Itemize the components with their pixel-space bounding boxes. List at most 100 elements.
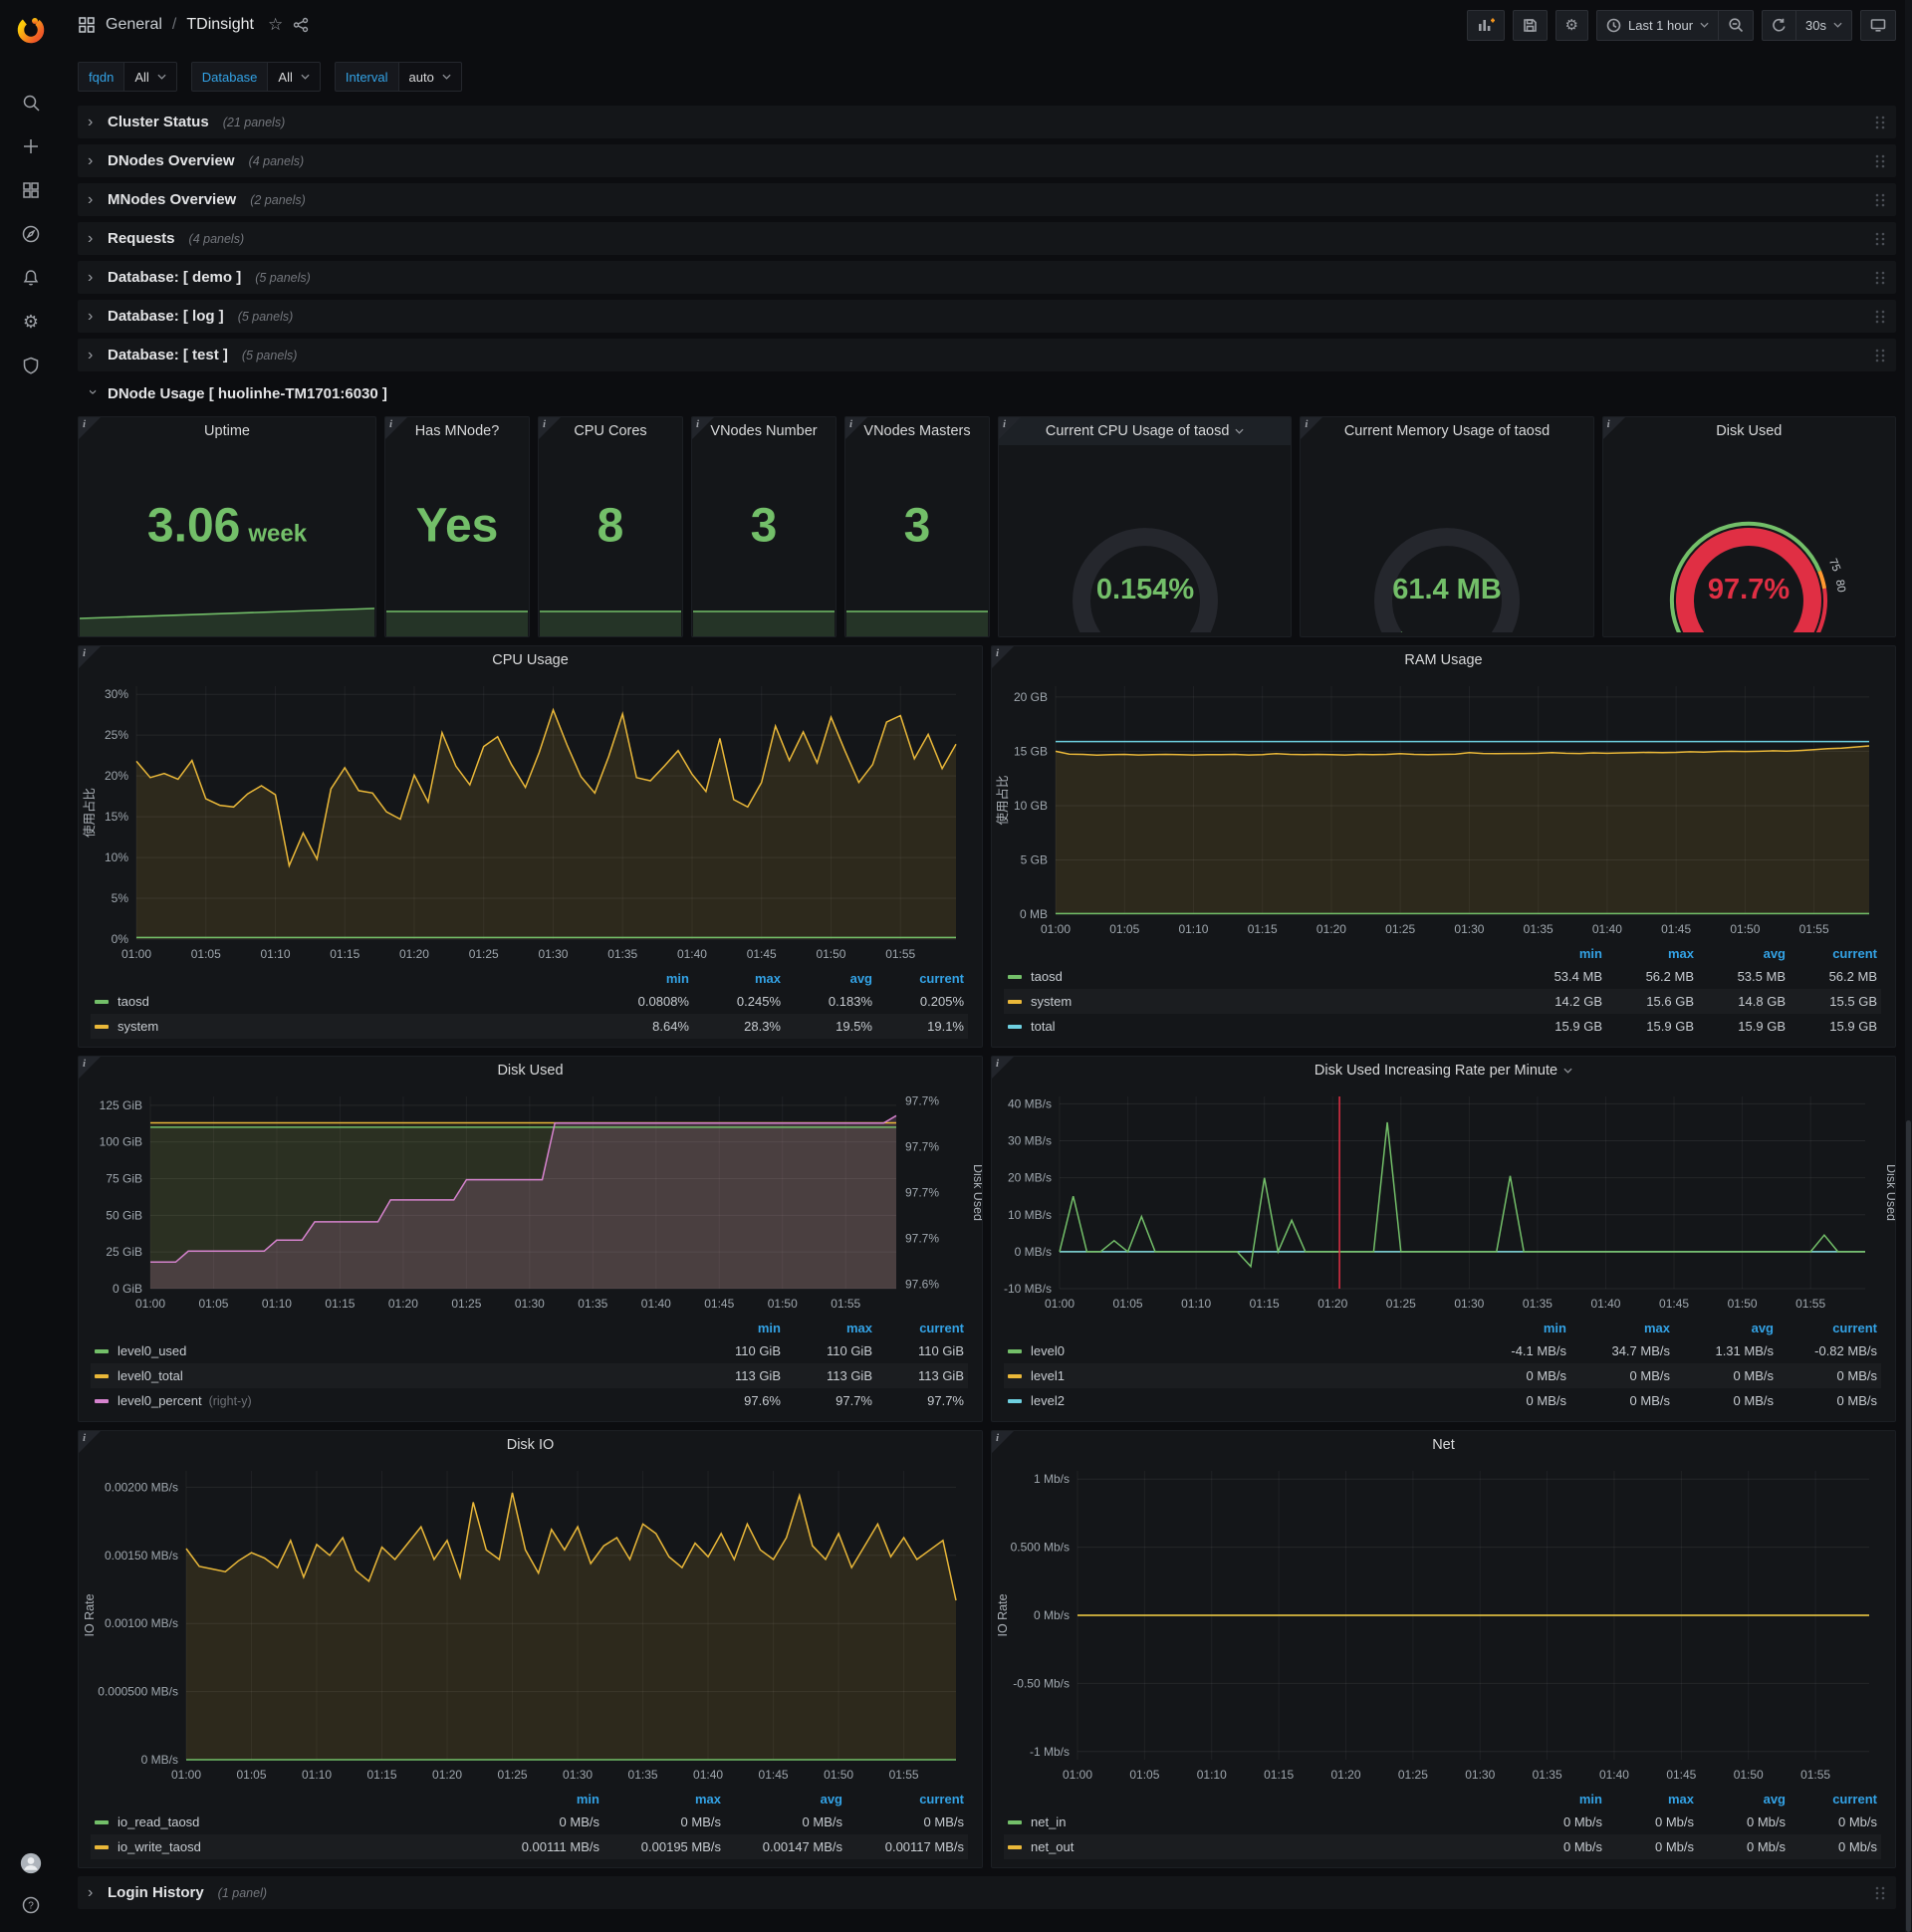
legend-swatch[interactable] (1008, 1024, 1022, 1029)
legend-sort-max[interactable]: max (689, 971, 781, 986)
variable-fqdn-value[interactable]: All (124, 62, 177, 92)
row-drag-handle[interactable] (1874, 309, 1886, 325)
panel-info-corner-icon[interactable]: i (845, 417, 867, 439)
dashboard-row-collapsed[interactable]: › Database: [ demo ] (5 panels) (78, 261, 1896, 294)
legend-sort-max[interactable]: max (1602, 1792, 1694, 1807)
chart-plot-area[interactable]: 01:00 01:05 01:10 01:15 01:20 01:25 01:30 01:35… (79, 1085, 982, 1317)
user-avatar[interactable] (20, 1852, 42, 1874)
legend-series-name[interactable]: level0_total (118, 1368, 183, 1383)
legend-swatch[interactable] (1008, 1398, 1022, 1403)
legend-sort-max[interactable]: max (781, 1321, 872, 1335)
row-dnode-usage[interactable]: › DNode Usage [ huolinhe-TM1701:6030 ] (78, 377, 1896, 410)
chart-plot-area[interactable]: 01:00 01:05 01:10 01:15 01:20 01:25 01:30 01:35… (992, 1459, 1895, 1788)
variable-interval-value[interactable]: auto (398, 62, 462, 92)
server-admin-shield-icon[interactable] (20, 355, 42, 376)
gauge-panel-title[interactable]: Disk Used (1603, 417, 1895, 445)
time-range-picker[interactable]: Last 1 hour (1595, 9, 1719, 41)
legend-sort-max[interactable]: max (1602, 946, 1694, 961)
chart-panel-title[interactable]: Disk Used (79, 1057, 982, 1085)
legend-sort-avg[interactable]: avg (1694, 946, 1786, 961)
panel-info-corner-icon[interactable]: i (385, 417, 407, 439)
panel-info-corner-icon[interactable]: i (992, 646, 1014, 668)
star-icon[interactable]: ☆ (268, 15, 283, 35)
dashboard-row-collapsed[interactable]: › Database: [ log ] (5 panels) (78, 300, 1896, 333)
legend-series-name[interactable]: io_write_taosd (118, 1839, 201, 1854)
legend-sort-min[interactable]: min (1463, 1321, 1566, 1335)
legend-swatch[interactable] (95, 1819, 109, 1824)
legend-series-name[interactable]: net_in (1031, 1814, 1066, 1829)
legend-sort-current[interactable]: current (842, 1792, 964, 1807)
legend-series-name[interactable]: system (1031, 994, 1072, 1009)
legend-sort-current[interactable]: current (1786, 946, 1877, 961)
panel-info-corner-icon[interactable]: i (999, 417, 1021, 439)
dashboard-row-collapsed[interactable]: › Database: [ test ] (5 panels) (78, 339, 1896, 371)
chart-plot-area[interactable]: 01:00 01:05 01:10 01:15 01:20 01:25 01:30 01:35… (992, 674, 1895, 942)
variable-database-value[interactable]: All (268, 62, 321, 92)
legend-sort-max[interactable]: max (599, 1792, 721, 1807)
legend-series-name[interactable]: level0_percent (118, 1393, 202, 1408)
row-drag-handle[interactable] (1874, 270, 1886, 286)
alerting-bell-icon[interactable] (20, 267, 42, 289)
legend-sort-max[interactable]: max (1566, 1321, 1670, 1335)
save-dashboard-button[interactable] (1512, 9, 1548, 41)
chart-plot-area[interactable]: 01:00 01:05 01:10 01:15 01:20 01:25 01:30 01:35… (79, 674, 982, 967)
dashboard-row-collapsed[interactable]: › Cluster Status (21 panels) (78, 106, 1896, 138)
legend-swatch[interactable] (1008, 974, 1022, 979)
legend-sort-min[interactable]: min (598, 971, 689, 986)
refresh-button[interactable] (1762, 9, 1796, 41)
legend-swatch[interactable] (1008, 1844, 1022, 1849)
chart-panel-title[interactable]: Disk IO (79, 1431, 982, 1459)
legend-sort-avg[interactable]: avg (721, 1792, 842, 1807)
scrollbar-thumb[interactable] (1906, 1120, 1911, 1932)
legend-series-name[interactable]: io_read_taosd (118, 1814, 199, 1829)
row-drag-handle[interactable] (1874, 115, 1886, 130)
panel-info-corner-icon[interactable]: i (1301, 417, 1323, 439)
cycle-view-mode-button[interactable] (1860, 9, 1896, 41)
legend-swatch[interactable] (95, 1024, 109, 1029)
legend-series-name[interactable]: level0 (1031, 1343, 1065, 1358)
chart-panel-title[interactable]: Net (992, 1431, 1895, 1459)
panel-info-corner-icon[interactable]: i (1602, 417, 1625, 439)
legend-series-name[interactable]: level2 (1031, 1393, 1065, 1408)
chart-panel-title[interactable]: Disk Used Increasing Rate per Minute (992, 1057, 1895, 1085)
legend-sort-avg[interactable]: avg (1694, 1792, 1786, 1807)
legend-series-name[interactable]: level1 (1031, 1368, 1065, 1383)
legend-series-name[interactable]: level0_used (118, 1343, 186, 1358)
legend-swatch[interactable] (95, 1373, 109, 1378)
dashboard-row-collapsed[interactable]: › Requests (4 panels) (78, 222, 1896, 255)
legend-swatch[interactable] (1008, 1819, 1022, 1824)
search-icon[interactable] (20, 92, 42, 114)
panel-info-corner-icon[interactable]: i (992, 1057, 1014, 1079)
legend-series-name[interactable]: taosd (118, 994, 149, 1009)
explore-compass-icon[interactable] (20, 223, 42, 245)
panel-info-corner-icon[interactable]: i (539, 417, 561, 439)
share-icon[interactable] (293, 17, 309, 33)
row-login-history[interactable]: › Login History (1 panel) (78, 1876, 1896, 1909)
grafana-logo[interactable] (14, 12, 48, 46)
chart-panel-title[interactable]: CPU Usage (79, 646, 982, 674)
legend-sort-avg[interactable]: avg (781, 971, 872, 986)
row-drag-handle[interactable] (1874, 348, 1886, 363)
row-drag-handle[interactable] (1874, 1885, 1886, 1901)
dashboards-icon[interactable] (20, 179, 42, 201)
legend-series-name[interactable]: taosd (1031, 969, 1063, 984)
panel-info-corner-icon[interactable]: i (79, 1431, 101, 1453)
legend-swatch[interactable] (1008, 1348, 1022, 1353)
create-plus-icon[interactable] (20, 135, 42, 157)
chart-plot-area[interactable]: 01:00 01:05 01:10 01:15 01:20 01:25 01:30 01:35… (992, 1085, 1895, 1317)
chart-plot-area[interactable]: 01:00 01:05 01:10 01:15 01:20 01:25 01:30 01:35… (79, 1459, 982, 1788)
legend-sort-current[interactable]: current (1786, 1792, 1877, 1807)
row-drag-handle[interactable] (1874, 231, 1886, 247)
legend-sort-current[interactable]: current (872, 1321, 964, 1335)
panel-info-corner-icon[interactable]: i (79, 646, 101, 668)
legend-sort-min[interactable]: min (1511, 1792, 1602, 1807)
legend-swatch[interactable] (95, 1844, 109, 1849)
legend-swatch[interactable] (95, 1348, 109, 1353)
configuration-gear-icon[interactable]: ⚙ (20, 311, 42, 333)
row-drag-handle[interactable] (1874, 153, 1886, 169)
panel-info-corner-icon[interactable]: i (992, 1431, 1014, 1453)
stat-panel-title[interactable]: Uptime (79, 417, 375, 445)
row-drag-handle[interactable] (1874, 192, 1886, 208)
legend-sort-min[interactable]: min (1511, 946, 1602, 961)
legend-sort-current[interactable]: current (1774, 1321, 1877, 1335)
